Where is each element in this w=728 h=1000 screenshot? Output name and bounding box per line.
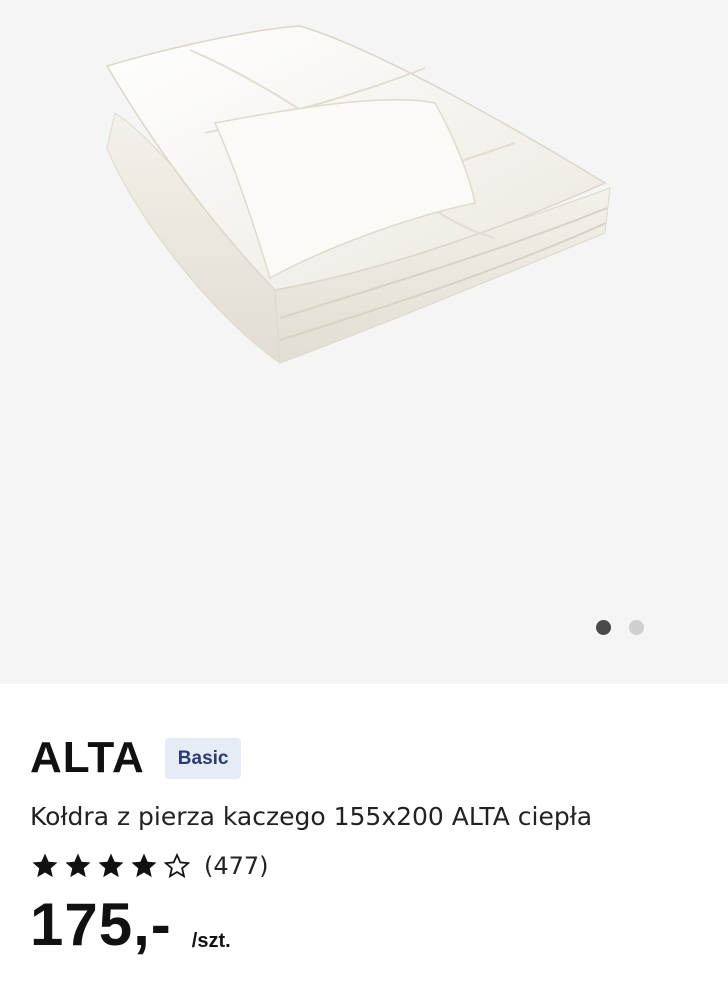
carousel-dot-1[interactable] [596,620,611,635]
product-image[interactable] [95,18,620,378]
star-empty-icon [163,852,191,879]
rating-row[interactable]: (477) [30,849,708,883]
product-gallery[interactable] [0,0,728,684]
product-badge: Basic [164,737,242,779]
price-row: 175,- /szt. [30,895,708,955]
product-brand: ALTA [30,733,145,782]
carousel-dots [596,620,644,635]
star-filled-icon [98,853,124,878]
star-filled-icon [32,853,58,878]
star-filled-icon [65,853,91,878]
title-row: ALTA Basic [30,730,708,786]
product-price: 175,- [30,891,172,958]
price-unit: /szt. [191,930,231,952]
product-name: Kołdra z pierza kaczego 155x200 ALTA cie… [30,802,593,831]
review-count[interactable]: (477) [204,852,269,880]
carousel-dot-2[interactable] [629,620,644,635]
star-filled-icon [131,853,157,878]
product-info: ALTA Basic Kołdra z pierza kaczego 155x2… [30,684,708,955]
rating-stars [30,851,192,881]
